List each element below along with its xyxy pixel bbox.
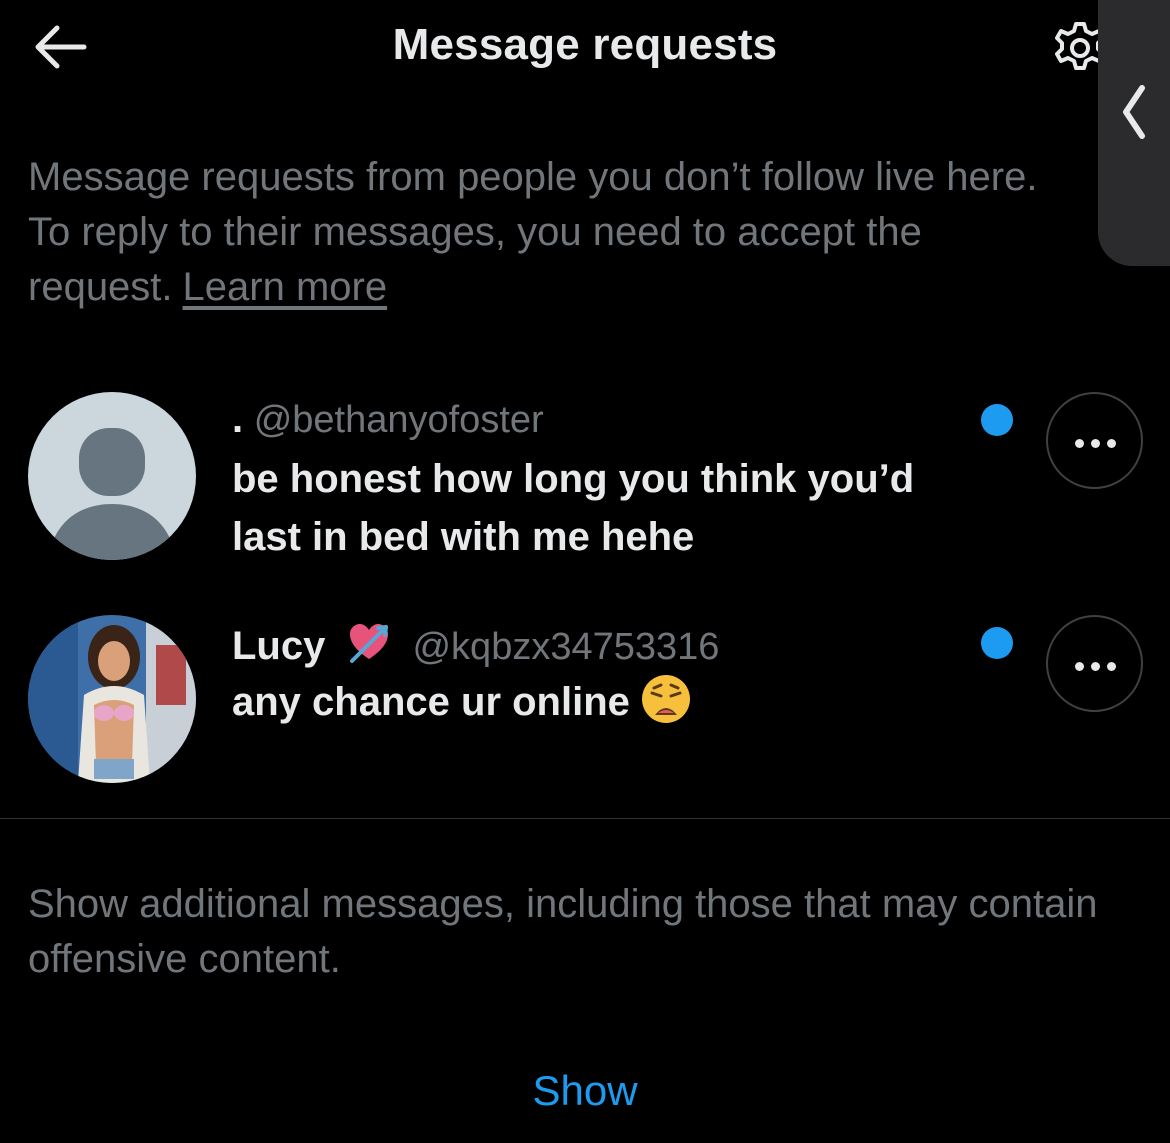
weary-face-icon (640, 673, 692, 741)
more-dot (1091, 439, 1100, 448)
page-title: Message requests (392, 20, 778, 69)
conversation-row[interactable]: Lucy @kqbzx34753316 any chance ur online (0, 615, 1170, 785)
unread-indicator (981, 404, 1013, 436)
info-description: Message requests from people you don’t f… (28, 155, 1038, 309)
chevron-left-icon (1123, 85, 1145, 139)
conversation-row[interactable]: . @bethanyofoster be honest how long you… (0, 392, 1170, 592)
additional-messages-text: Show additional messages, including thos… (28, 882, 1098, 981)
divider (0, 818, 1170, 819)
conversation-meta: Lucy @kqbzx34753316 (232, 619, 719, 676)
message-text: any chance ur online (232, 680, 630, 724)
avatar[interactable] (28, 615, 196, 783)
more-dot (1107, 439, 1116, 448)
handle: @bethanyofoster (253, 399, 544, 441)
message-requests-screen: Message requests Message requests from p… (0, 0, 1170, 1143)
more-dots-icon (1075, 439, 1084, 448)
more-dots-icon (1075, 662, 1084, 671)
avatar[interactable] (28, 392, 196, 560)
message-preview: any chance ur online (232, 673, 972, 741)
more-dot (1107, 662, 1116, 671)
unread-indicator (981, 627, 1013, 659)
more-options-button[interactable] (1046, 615, 1143, 712)
info-text: Message requests from people you don’t f… (28, 150, 1088, 315)
show-button[interactable]: Show (0, 1067, 1170, 1115)
handle: @kqbzx34753316 (412, 626, 720, 668)
learn-more-link[interactable]: Learn more (183, 265, 388, 309)
display-name: Lucy (232, 624, 326, 668)
message-preview: be honest how long you think you’d last … (232, 457, 915, 559)
header: Message requests (0, 0, 1170, 96)
more-dot (1091, 662, 1100, 671)
display-name: . (232, 397, 244, 441)
default-avatar-icon (48, 428, 176, 560)
photo-avatar-image (28, 615, 196, 783)
conversation-meta: . @bethanyofoster (232, 396, 544, 443)
side-panel-handle[interactable] (1098, 0, 1170, 266)
more-options-button[interactable] (1046, 392, 1143, 489)
heart-with-arrow-icon (346, 619, 392, 676)
